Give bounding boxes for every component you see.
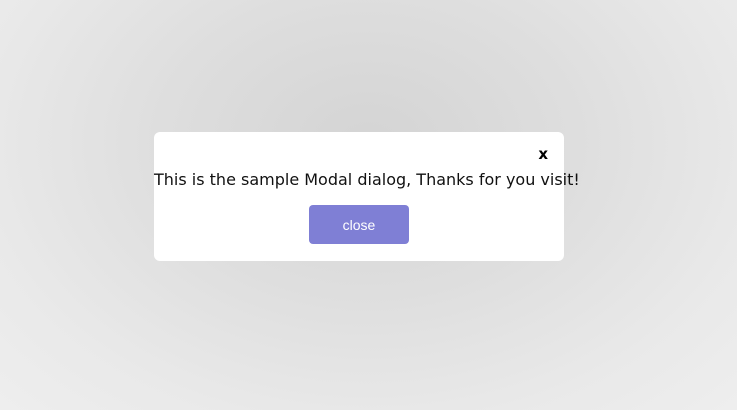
modal-message: This is the sample Modal dialog, Thanks … [154,170,580,189]
modal-overlay: x This is the sample Modal dialog, Thank… [0,0,737,410]
modal-dialog: x This is the sample Modal dialog, Thank… [154,132,580,261]
close-icon[interactable]: x [538,145,548,163]
close-button[interactable]: close [309,205,409,244]
